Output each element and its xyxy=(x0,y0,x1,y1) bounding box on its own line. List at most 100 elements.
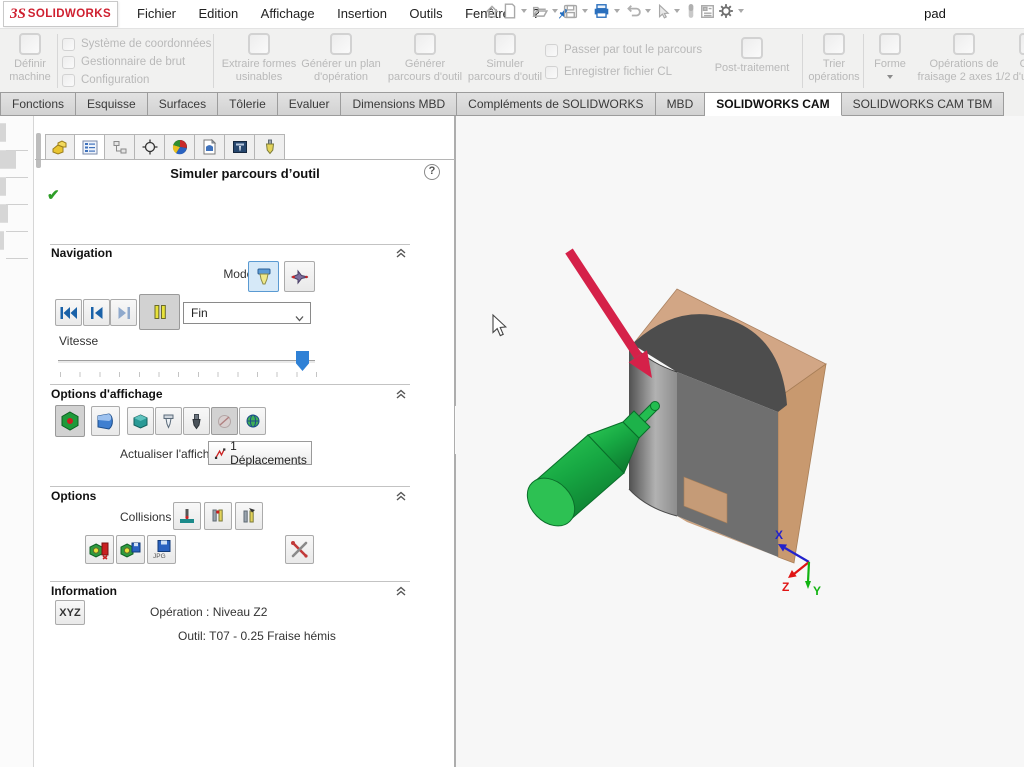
step-through-toolpath-button[interactable]: Passer par tout le parcours xyxy=(545,39,702,61)
show-world-button[interactable] xyxy=(239,407,266,435)
feature-tool-icon[interactable] xyxy=(4,123,6,142)
print-icon[interactable] xyxy=(593,3,610,19)
options-header[interactable]: Options xyxy=(51,489,96,503)
xyz-coordinates-button[interactable]: XYZ xyxy=(55,600,85,625)
undo-dropdown[interactable] xyxy=(645,9,651,13)
undo-icon[interactable] xyxy=(625,4,641,19)
go-to-start-button[interactable] xyxy=(55,299,82,326)
define-machine-button[interactable]: Définir machine xyxy=(6,33,54,84)
position-dropdown[interactable]: Fin xyxy=(183,302,311,324)
attach-icon[interactable] xyxy=(685,3,697,19)
navigation-header[interactable]: Navigation xyxy=(51,246,112,260)
feature-tool-icon[interactable] xyxy=(2,231,4,250)
show-stock-button[interactable] xyxy=(91,406,120,436)
save-icon[interactable] xyxy=(563,4,578,19)
tab-feature-tree[interactable] xyxy=(45,134,75,160)
collapse-options-icon[interactable] xyxy=(395,490,407,502)
save-simulation-button[interactable] xyxy=(116,535,145,564)
menu-fichier[interactable]: Fichier xyxy=(128,0,185,26)
open-dropdown[interactable] xyxy=(552,9,558,13)
graphics-viewport[interactable]: X Z Y xyxy=(456,116,1024,767)
post-process-button[interactable]: Post-traitement xyxy=(706,37,798,75)
pause-button[interactable] xyxy=(139,294,180,330)
panel-scrollbar-thumb[interactable] xyxy=(36,133,41,168)
stock-part[interactable] xyxy=(629,289,826,563)
options-gear-icon[interactable] xyxy=(718,3,734,19)
tab-operation-manager[interactable] xyxy=(75,134,105,160)
menu-edition[interactable]: Edition xyxy=(189,0,247,26)
shape-dropdown-caret[interactable] xyxy=(887,75,893,79)
turbo-mode-button[interactable] xyxy=(284,261,315,292)
menu-affichage[interactable]: Affichage xyxy=(252,0,324,26)
tab-configuration-manager[interactable] xyxy=(105,134,135,160)
collision-tool-button[interactable] xyxy=(204,502,232,530)
collision-stop-button[interactable] xyxy=(173,502,201,530)
configuration-button[interactable]: Configuration xyxy=(62,71,211,89)
tab-dimxpert-target[interactable] xyxy=(135,134,165,160)
save-image-button[interactable]: JPG xyxy=(147,535,176,564)
information-header[interactable]: Information xyxy=(51,584,117,598)
coordinate-system-button[interactable]: Système de coordonnées xyxy=(62,35,211,53)
tab-fonctions[interactable]: Fonctions xyxy=(0,92,76,116)
menu-outils[interactable]: Outils xyxy=(400,0,451,26)
collision-holder-button[interactable] xyxy=(235,502,263,530)
home-icon[interactable] xyxy=(484,3,500,19)
properties-icon[interactable] xyxy=(700,4,715,19)
tab-mbd[interactable]: MBD xyxy=(656,92,706,116)
select-dropdown[interactable] xyxy=(674,9,680,13)
stock-manager-button[interactable]: Gestionnaire de brut xyxy=(62,53,211,71)
speed-slider-thumb[interactable] xyxy=(296,351,309,371)
simulation-settings-button[interactable] xyxy=(285,535,314,564)
tab-cam-document[interactable] xyxy=(195,134,225,160)
shape-button[interactable]: Forme xyxy=(866,33,914,79)
next-step-button[interactable] xyxy=(110,299,137,326)
tab-solidworks-cam[interactable]: SOLIDWORKS CAM xyxy=(705,92,841,116)
feature-tool-icon[interactable] xyxy=(4,177,6,196)
feature-tool-icon[interactable] xyxy=(14,150,16,169)
tab-tolerie[interactable]: Tôlerie xyxy=(218,92,278,116)
show-machined-stock-button[interactable] xyxy=(127,407,154,435)
extract-machinable-features-button[interactable]: Extraire formesusinables xyxy=(219,33,299,84)
machining-operations-button[interactable]: Opéd'usina xyxy=(1000,33,1024,84)
moves-button[interactable]: 1 Déplacements xyxy=(208,441,312,465)
tab-evaluer[interactable]: Evaluer xyxy=(278,92,342,116)
generate-operation-plan-button[interactable]: Générer un pland'opération xyxy=(299,33,383,84)
success-check-icon: ✔ xyxy=(47,186,60,204)
quick-access-toolbar xyxy=(484,3,746,19)
collapse-display-icon[interactable] xyxy=(395,388,407,400)
tab-solidworks-cam-tbm[interactable]: SOLIDWORKS CAM TBM xyxy=(842,92,1005,116)
save-cl-file-button[interactable]: Enregistrer fichier CL xyxy=(545,61,702,83)
help-icon[interactable]: ? xyxy=(424,164,440,180)
speed-slider-track[interactable] xyxy=(58,360,315,364)
tab-appearance-wheel[interactable] xyxy=(165,134,195,160)
record-video-button[interactable] xyxy=(85,535,114,564)
tab-esquisse[interactable]: Esquisse xyxy=(76,92,148,116)
show-target-part-button[interactable] xyxy=(55,405,85,437)
collapse-information-icon[interactable] xyxy=(395,585,407,597)
show-chuck-button[interactable] xyxy=(211,407,238,435)
simulate-toolpath-button[interactable]: Simulerparcours d'outil xyxy=(465,33,545,84)
options-dropdown[interactable] xyxy=(738,9,744,13)
sort-operations-button[interactable]: Trieropérations xyxy=(806,33,862,84)
collapse-navigation-icon[interactable] xyxy=(395,247,407,259)
print-dropdown[interactable] xyxy=(614,9,620,13)
new-document-icon[interactable] xyxy=(503,3,517,19)
open-icon[interactable] xyxy=(532,3,548,19)
tab-dimensions-mbd[interactable]: Dimensions MBD xyxy=(341,92,457,116)
previous-step-button[interactable] xyxy=(83,299,110,326)
new-document-dropdown[interactable] xyxy=(521,9,527,13)
show-tool-button[interactable] xyxy=(183,407,210,435)
select-pointer-icon[interactable] xyxy=(656,4,670,19)
tab-cam-tool[interactable] xyxy=(255,134,285,160)
speed-slider-ticks xyxy=(60,372,317,377)
tab-surfaces[interactable]: Surfaces xyxy=(148,92,218,116)
display-options-header[interactable]: Options d'affichage xyxy=(51,387,163,401)
generate-toolpath-button[interactable]: Générerparcours d'outil xyxy=(385,33,465,84)
tool-mode-button[interactable] xyxy=(248,261,279,292)
tab-cam-machine[interactable] xyxy=(225,134,255,160)
feature-tool-icon[interactable] xyxy=(6,204,8,223)
menu-insertion[interactable]: Insertion xyxy=(328,0,396,26)
save-dropdown[interactable] xyxy=(582,9,588,13)
show-tool-holder-button[interactable] xyxy=(155,407,182,435)
tab-complements[interactable]: Compléments de SOLIDWORKS xyxy=(457,92,655,116)
